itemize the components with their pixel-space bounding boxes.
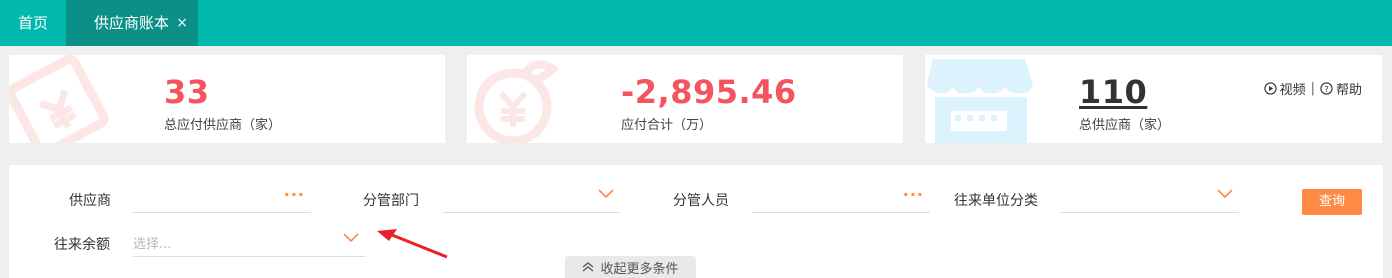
chevron-down-icon (598, 189, 614, 199)
stat-value[interactable]: 110 (1079, 73, 1147, 111)
play-icon (1263, 82, 1277, 95)
money-bag-icon (474, 60, 560, 143)
balance-placeholder: 选择... (133, 237, 172, 252)
tab-supplier-ledger[interactable]: 供应商账本 × (66, 0, 198, 46)
tab-home[interactable]: 首页 (0, 0, 66, 46)
help-link[interactable]: ? 帮助 (1320, 79, 1362, 98)
store-icon (927, 59, 1033, 143)
close-icon[interactable]: × (176, 0, 188, 46)
stat-label: 总供应商（家） (1079, 118, 1171, 133)
filter-panel: 供应商 ··· 分管部门 分管人员 ··· 往来单位分类 查询 往来余额 选择.… (9, 165, 1383, 278)
stat-label: 应付合计（万） (621, 118, 713, 133)
staff-field[interactable]: ··· (752, 185, 930, 213)
category-select[interactable] (1061, 185, 1239, 213)
help-label: 帮助 (1335, 83, 1362, 98)
supplier-label: 供应商 (69, 193, 111, 209)
stat-label: 总应付供应商（家） (164, 118, 282, 133)
more-icon[interactable]: ··· (903, 185, 924, 204)
dept-select[interactable] (443, 185, 620, 213)
collapse-label: 收起更多条件 (600, 261, 679, 277)
staff-label: 分管人员 (673, 193, 729, 209)
help-links: 视频 | ? 帮助 (1263, 79, 1362, 98)
tab-supplier-ledger-label: 供应商账本 (94, 14, 170, 32)
category-label: 往来单位分类 (954, 193, 1038, 209)
query-button[interactable]: 查询 (1302, 189, 1362, 215)
stat-value: -2,895.46 (621, 73, 797, 111)
chevron-down-icon (1217, 189, 1233, 199)
question-icon: ? (1320, 82, 1333, 95)
annotation-arrow (377, 229, 448, 259)
svg-text:?: ? (1324, 84, 1328, 94)
stat-card-payable-suppliers: 33 总应付供应商（家） (9, 55, 445, 143)
supplier-field[interactable]: ··· (133, 185, 311, 213)
tab-bar: 首页 供应商账本 × (0, 0, 1392, 46)
stat-card-payable-total: -2,895.46 应付合计（万） (467, 55, 903, 143)
collapse-button[interactable]: 收起更多条件 (565, 256, 696, 278)
balance-select[interactable]: 选择... (133, 229, 365, 257)
stat-card-total-suppliers: 110 总供应商（家） 视频 | ? 帮助 (925, 55, 1382, 143)
video-link[interactable]: 视频 (1263, 79, 1306, 98)
chevron-down-icon (343, 233, 359, 243)
more-icon[interactable]: ··· (284, 185, 305, 204)
dept-label: 分管部门 (363, 193, 419, 209)
stat-value: 33 (164, 73, 210, 111)
separator: | (1310, 81, 1315, 96)
video-label: 视频 (1279, 83, 1306, 98)
payment-icon (9, 55, 109, 143)
chevron-up-icon (583, 262, 594, 272)
balance-label: 往来余额 (54, 237, 110, 253)
